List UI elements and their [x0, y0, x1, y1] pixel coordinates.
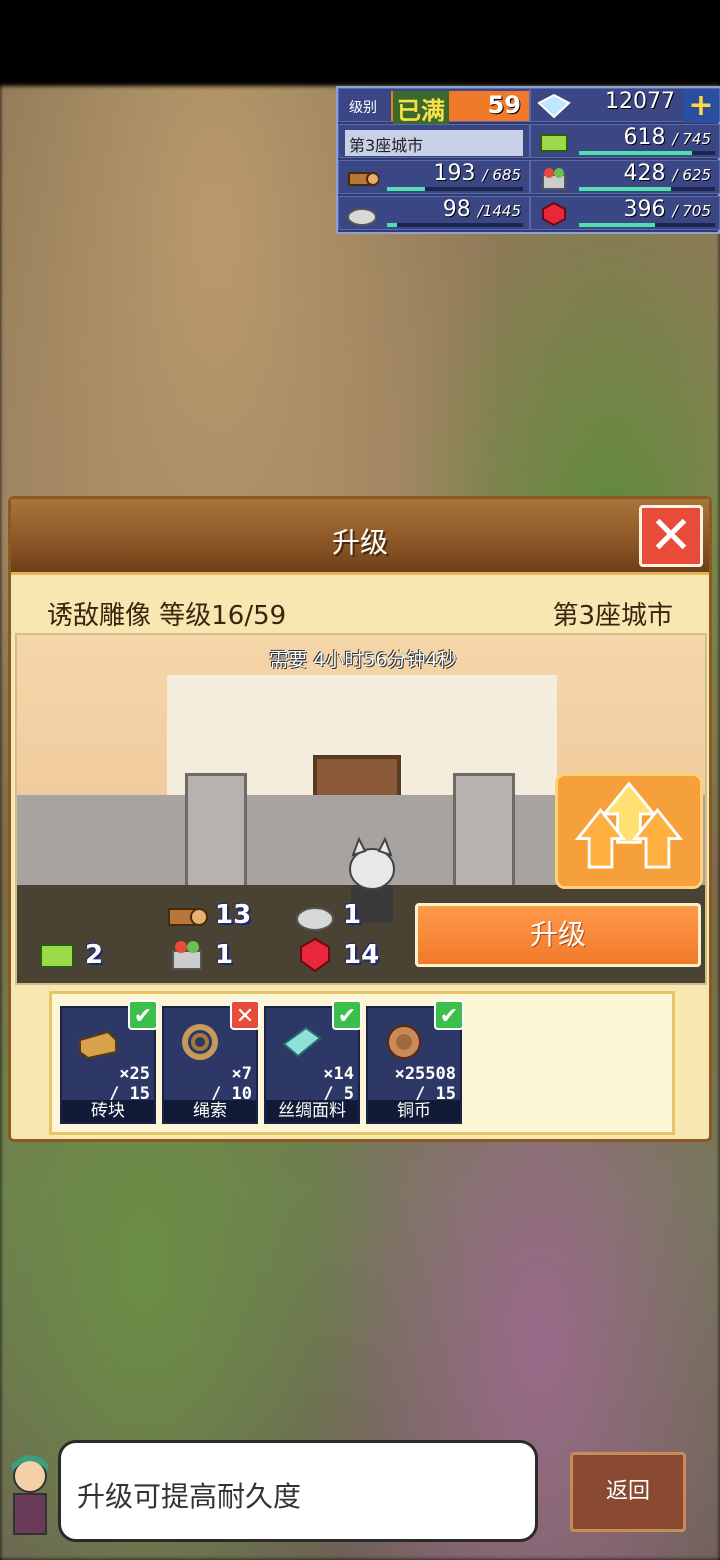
material-item[interactable]: ×25508 / 15 铜币 ✔: [366, 1000, 464, 1124]
silk-fabric-icon: [282, 1026, 322, 1058]
level-label: 级别: [349, 100, 377, 116]
ruby-icon: [300, 937, 330, 973]
check-icon: ✔: [128, 1000, 158, 1030]
hud-row-stone-ruby: 98 /1445 396 / 705: [338, 196, 720, 232]
materials-panel: ×25 / 15 砖块 ✔ ×7 / 10 绳索 ✕ ×14 / 5 丝绸面料 …: [49, 991, 675, 1135]
material-have: ×25: [119, 1064, 150, 1084]
ruby-value: 396 / 705: [623, 197, 711, 222]
upgrade-arrows-icon: [555, 773, 703, 889]
city-name: 第3座城市: [345, 130, 523, 156]
upgrade-dialog: 升级 ✕ 诱敌雕像 等级16/59 第3座城市 需要 4小时56分钟4秒 升级: [8, 496, 712, 1142]
material-item[interactable]: ×14 / 5 丝绸面料 ✔: [264, 1000, 362, 1124]
stone-value: 98 /1445: [442, 197, 521, 222]
req-ruby: 14: [293, 937, 379, 973]
city-cell: 第3座城市: [338, 124, 530, 158]
gems-value: 12077: [605, 89, 675, 114]
upgrade-button[interactable]: 升级: [415, 903, 701, 967]
add-gems-button[interactable]: +: [683, 89, 719, 123]
level-value: 59: [487, 91, 521, 119]
food-basket-icon: [172, 941, 202, 970]
material-name: 铜币: [368, 1100, 460, 1122]
req-food-value: 1: [215, 940, 234, 970]
material-name: 砖块: [62, 1100, 154, 1122]
req-wood: 13: [165, 897, 251, 933]
scene-tower-left: [185, 773, 247, 903]
brick-icon: [79, 1030, 117, 1060]
stone-icon: [296, 907, 334, 931]
grass-cell: 618 / 745: [530, 124, 720, 158]
grass-icon: [540, 134, 568, 152]
dialog-city-name: 第3座城市: [552, 601, 673, 631]
gems-cell: 12077 +: [530, 88, 720, 123]
stone-bar: [387, 223, 523, 227]
close-icon: ✕: [649, 506, 693, 566]
material-have: ×7: [231, 1064, 252, 1084]
material-item[interactable]: ×25 / 15 砖块 ✔: [60, 1000, 158, 1124]
grass-value: 618 / 745: [623, 125, 711, 150]
food-cell: 428 / 625: [530, 160, 720, 194]
material-name: 绳索: [164, 1100, 256, 1122]
close-button[interactable]: ✕: [639, 505, 703, 567]
wood-cell: 193 / 685: [338, 160, 530, 194]
ruby-cell: 396 / 705: [530, 196, 720, 230]
check-icon: ✔: [332, 1000, 362, 1030]
back-button[interactable]: 返回: [570, 1452, 686, 1532]
upgrade-time-text: 需要 4小时56分钟4秒: [269, 649, 457, 671]
wood-bar: [387, 187, 523, 191]
hud-row-wood-food: 193 / 685 428 / 625: [338, 160, 720, 196]
hint-text: 升级可提高耐久度: [77, 1480, 302, 1513]
level-cell: 级别 已满 59: [338, 88, 530, 126]
req-wood-value: 13: [215, 900, 252, 930]
hud-row-level: 级别 已满 59 12077 +: [338, 88, 720, 126]
req-stone: 1: [293, 897, 361, 933]
grass-icon: [40, 944, 74, 968]
diamond-icon: [537, 93, 571, 119]
scene-tower-right: [453, 773, 515, 903]
wood-value: 193 / 685: [433, 161, 521, 186]
wood-log-icon: [348, 172, 379, 186]
hud-row-city: 第3座城市 618 / 745: [338, 124, 720, 160]
building-scene: 需要 4小时56分钟4秒 升级 13 1 2 1 14: [15, 633, 707, 985]
hint-speech-bubble: 升级可提高耐久度: [58, 1440, 538, 1542]
check-icon: ✔: [434, 1000, 464, 1030]
food-value: 428 / 625: [623, 161, 711, 186]
req-grass: 2: [35, 937, 103, 973]
building-name-level: 诱敌雕像 等级16/59: [47, 601, 287, 631]
resource-hud: 级别 已满 59 12077 + 第3座城市 618 / 745 193 / 6…: [336, 86, 720, 234]
stone-icon: [347, 208, 377, 226]
material-item[interactable]: ×7 / 10 绳索 ✕: [162, 1000, 260, 1124]
grass-bar: [579, 151, 715, 155]
ruby-icon: [542, 201, 566, 227]
rope-icon: [182, 1024, 218, 1060]
stone-cell: 98 /1445: [338, 196, 530, 230]
req-ruby-value: 14: [343, 940, 380, 970]
level-max-text: 已满: [393, 91, 449, 126]
material-have: ×25508: [394, 1064, 456, 1084]
dialog-title: 升级: [331, 526, 388, 559]
food-basket-icon: [542, 168, 566, 190]
req-grass-value: 2: [85, 940, 104, 970]
food-bar: [579, 187, 715, 191]
advisor-avatar-icon: [12, 1455, 48, 1535]
copper-coin-icon: [387, 1025, 421, 1059]
material-have: ×14: [323, 1064, 354, 1084]
req-food: 1: [165, 937, 233, 973]
dialog-header: 升级 ✕: [11, 499, 709, 575]
ruby-bar: [579, 223, 715, 227]
wood-log-icon: [168, 908, 208, 926]
req-stone-value: 1: [343, 900, 362, 930]
cross-icon: ✕: [230, 1000, 260, 1030]
material-name: 丝绸面料: [266, 1100, 358, 1122]
